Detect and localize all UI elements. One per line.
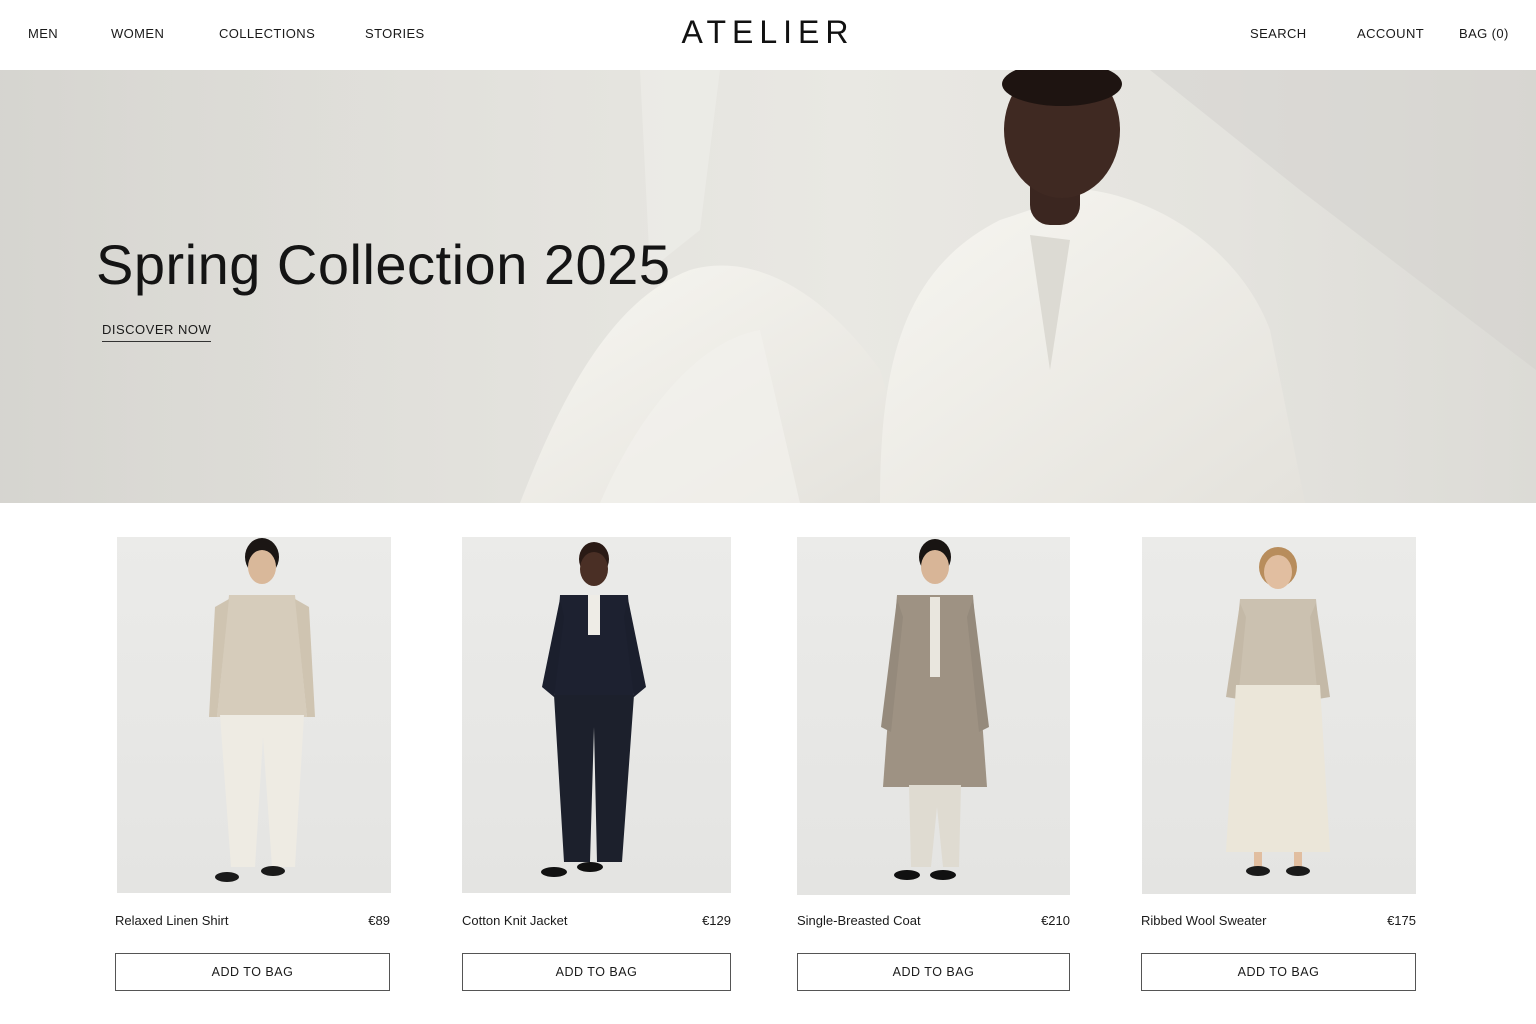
product-card: Single-Breasted Coat €210 ADD TO BAG [797,537,1070,992]
hero-title: Spring Collection 2025 [96,233,671,296]
product-image[interactable] [797,537,1070,895]
product-name[interactable]: Ribbed Wool Sweater [1141,913,1267,928]
hero-banner: Spring Collection 2025 DISCOVER NOW [0,70,1536,503]
product-price: €175 [1387,913,1416,928]
add-to-bag-button[interactable]: ADD TO BAG [115,953,390,991]
site-header: MEN WOMEN COLLECTIONS STORIES ATELIER SE… [0,0,1536,70]
add-to-bag-button[interactable]: ADD TO BAG [462,953,731,991]
product-photo-linen-shirt [209,538,315,882]
product-price: €129 [702,913,731,928]
product-photo-knit-jacket [541,542,646,877]
product-price: €210 [1041,913,1070,928]
product-name[interactable]: Single-Breasted Coat [797,913,921,928]
nav-collections[interactable]: COLLECTIONS [219,26,315,41]
product-name[interactable]: Cotton Knit Jacket [462,913,568,928]
product-image[interactable] [117,537,391,893]
product-price: €89 [368,913,390,928]
product-name[interactable]: Relaxed Linen Shirt [115,913,228,928]
product-image[interactable] [462,537,731,893]
product-photo-single-breasted-coat [881,539,989,880]
nav-women[interactable]: WOMEN [111,26,164,41]
nav-men[interactable]: MEN [28,26,58,41]
nav-stories[interactable]: STORIES [365,26,425,41]
search-link[interactable]: SEARCH [1250,26,1307,41]
product-image[interactable] [1142,537,1416,894]
discover-now-link[interactable]: DISCOVER NOW [102,322,212,342]
product-card: Ribbed Wool Sweater €175 ADD TO BAG [1141,537,1416,992]
site-logo[interactable]: ATELIER [682,14,855,50]
product-card: Relaxed Linen Shirt €89 ADD TO BAG [115,537,391,992]
account-link[interactable]: ACCOUNT [1357,26,1424,41]
product-card: Cotton Knit Jacket €129 ADD TO BAG [462,537,731,992]
product-photo-ribbed-wool-sweater [1226,547,1330,876]
bag-link[interactable]: BAG (0) [1459,26,1509,41]
add-to-bag-button[interactable]: ADD TO BAG [1141,953,1416,991]
add-to-bag-button[interactable]: ADD TO BAG [797,953,1070,991]
